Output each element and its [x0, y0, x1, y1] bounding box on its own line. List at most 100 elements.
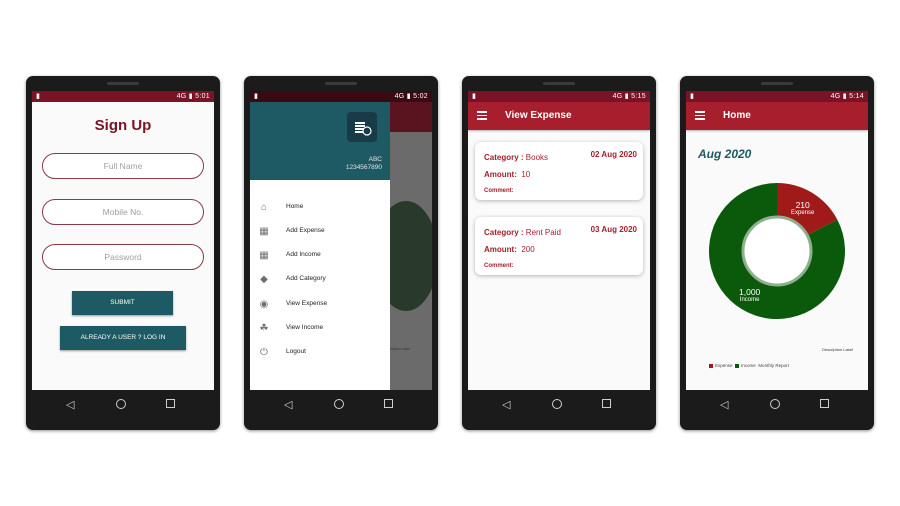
android-nav-bar: ◁ — [462, 392, 656, 418]
login-button[interactable]: ALREADY A USER ? LOG IN — [60, 326, 186, 350]
speaker — [543, 82, 575, 85]
status-time: 5:02 — [413, 93, 428, 100]
menu-item-label: Home — [286, 203, 304, 210]
status-bar: ▮ 4G ▮ 5:14 — [686, 91, 868, 102]
category-value: Rent Paid — [525, 228, 561, 237]
month-title: Aug 2020 — [698, 147, 752, 161]
submit-button[interactable]: SUBMIT — [72, 291, 173, 315]
app-bar: View Expense — [468, 102, 650, 130]
amount-label: Amount: — [484, 170, 517, 179]
category-icon: ◆ — [260, 274, 268, 285]
view-expense-screen: ▮ 4G ▮ 5:15 View Expense Category : Book… — [468, 91, 650, 390]
rupee-icon: ◉ — [259, 299, 269, 310]
android-nav-bar: ◁ — [26, 392, 220, 418]
recents-icon[interactable] — [602, 399, 611, 411]
back-icon[interactable]: ◁ — [720, 399, 728, 411]
signal-label: 4G — [830, 93, 841, 100]
comment-label: Comment: — [484, 188, 514, 194]
income-name: Income — [739, 297, 760, 303]
signal-label: 4G — [394, 93, 405, 100]
signup-screen: ▮ 4G ▮ 5:01 Sign Up Full Name Mobile No.… — [32, 91, 214, 390]
category-label: Category : — [484, 153, 524, 162]
menu-item-add-category[interactable]: ◆ Add Category — [258, 272, 383, 288]
home-nav-icon[interactable] — [770, 399, 780, 412]
status-bar: ▮ 4G ▮ 5:15 — [468, 91, 650, 102]
speaker — [761, 82, 793, 85]
speaker — [325, 82, 357, 85]
recents-icon[interactable] — [384, 399, 393, 411]
home-nav-icon[interactable] — [552, 399, 562, 412]
menu-item-view-expense[interactable]: ◉ View Expense — [258, 297, 383, 313]
power-icon: ⏻ — [260, 347, 268, 358]
donut-chart[interactable]: 210 Expense 1,000 Income — [709, 183, 845, 319]
status-time: 5:14 — [849, 93, 864, 100]
phone-home: ▮ 4G ▮ 5:14 Home Aug 2020 210 Expense 1,… — [680, 76, 874, 430]
menu-item-home[interactable]: ⌂ Home — [258, 200, 383, 216]
password-field[interactable]: Password — [42, 244, 204, 270]
amount-value: 10 — [521, 170, 531, 179]
notification-icon: ▮ — [472, 93, 476, 100]
comment-label: Comment: — [484, 263, 514, 269]
signal-label: 4G — [612, 93, 623, 100]
page-title: View Expense — [505, 110, 572, 121]
hamburger-menu-icon[interactable] — [477, 111, 487, 122]
home-icon: ⌂ — [260, 202, 268, 213]
category-value: Books — [525, 153, 549, 162]
menu-item-view-income[interactable]: ☘ View Income — [258, 321, 383, 337]
status-bar: ▮ 4G ▮ 5:02 — [250, 91, 432, 102]
expense-date: 02 Aug 2020 — [590, 150, 637, 159]
chart-legend: Expense Income Monthly Report — [709, 363, 789, 368]
full-name-field[interactable]: Full Name — [42, 153, 204, 179]
notification-icon: ▮ — [36, 93, 40, 100]
menu-item-label: View Expense — [286, 300, 328, 307]
phone-signup: ▮ 4G ▮ 5:01 Sign Up Full Name Mobile No.… — [26, 76, 220, 430]
menu-item-logout[interactable]: ⏻ Logout — [258, 345, 383, 361]
app-bar: Home — [686, 102, 868, 130]
menu-item-add-income[interactable]: ▦ Add Income — [258, 248, 383, 264]
expense-name: Expense — [791, 210, 815, 216]
expense-value: 210 — [795, 200, 810, 210]
user-phone: 1234567890 — [345, 164, 382, 171]
menu-item-label: Logout — [286, 348, 306, 355]
recents-icon[interactable] — [820, 399, 829, 411]
navigation-drawer: ABC 1234567890 ⌂ Home ▦ Add Expense ▦ Ad… — [250, 102, 390, 390]
back-icon[interactable]: ◁ — [502, 399, 510, 411]
hamburger-menu-icon[interactable] — [695, 111, 705, 122]
menu-item-label: Add Expense — [286, 227, 325, 234]
dimmed-app-bar — [390, 102, 432, 132]
menu-item-label: Add Category — [286, 275, 326, 282]
expense-card[interactable]: Category : Books 02 Aug 2020 Amount: 10 … — [475, 142, 643, 200]
recents-icon[interactable] — [166, 399, 175, 411]
page-title: Home — [723, 110, 751, 121]
status-time: 5:15 — [631, 93, 646, 100]
signal-label: 4G — [176, 93, 187, 100]
add-income-icon: ▦ — [259, 250, 269, 261]
expense-swatch — [709, 363, 713, 368]
android-nav-bar: ◁ — [244, 392, 438, 418]
status-bar: ▮ 4G ▮ 5:01 — [32, 91, 214, 102]
home-screen: ▮ 4G ▮ 5:14 Home Aug 2020 210 Expense 1,… — [686, 91, 868, 390]
back-icon[interactable]: ◁ — [284, 399, 292, 411]
speaker — [107, 82, 139, 85]
notification-icon: ▮ — [690, 93, 694, 100]
donut-chart-svg — [709, 183, 845, 319]
phone-view-expense: ▮ 4G ▮ 5:15 View Expense Category : Book… — [462, 76, 656, 430]
income-value: 1,000 — [739, 287, 761, 297]
drawer-header: ABC 1234567890 — [250, 102, 390, 180]
legend-income: Income — [741, 363, 756, 368]
hand-coin-icon: ☘ — [259, 323, 269, 334]
notification-icon: ▮ — [254, 93, 258, 100]
back-icon[interactable]: ◁ — [66, 399, 74, 411]
home-nav-icon[interactable] — [334, 399, 344, 412]
home-nav-icon[interactable] — [116, 399, 126, 412]
amount-value: 200 — [521, 245, 535, 254]
mobile-field[interactable]: Mobile No. — [42, 199, 204, 225]
expense-card[interactable]: Category : Rent Paid 03 Aug 2020 Amount:… — [475, 217, 643, 275]
status-time: 5:01 — [195, 93, 210, 100]
legend-expense: Expense — [715, 363, 733, 368]
menu-item-add-expense[interactable]: ▦ Add Expense — [258, 224, 383, 240]
amount-label: Amount: — [484, 245, 517, 254]
income-slice-label: 1,000 Income — [739, 287, 760, 303]
category-label: Category : — [484, 228, 524, 237]
expense-slice-label: 210 Expense — [791, 200, 814, 216]
